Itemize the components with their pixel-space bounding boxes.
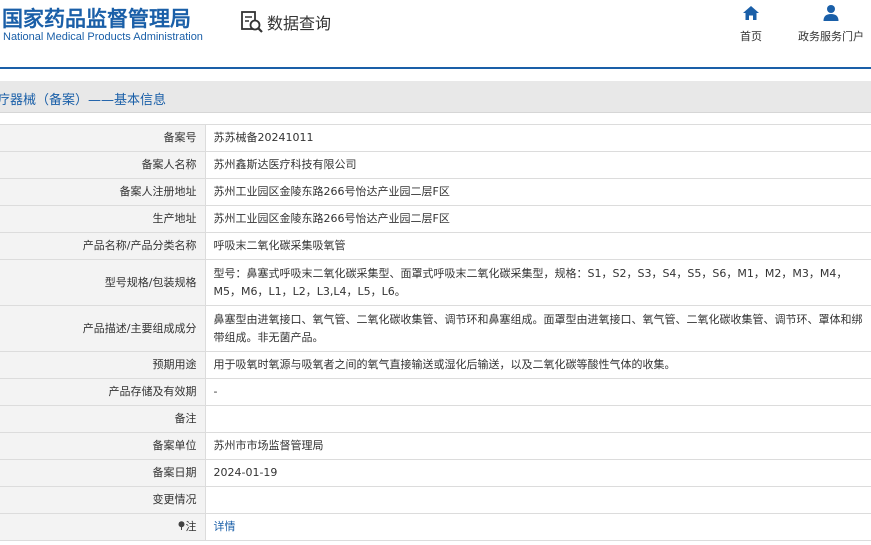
- field-label: 型号规格/包装规格: [0, 259, 206, 306]
- field-value: 苏州市市场监督管理局: [205, 432, 871, 460]
- table-row: 备案单位 苏州市市场监督管理局: [0, 432, 871, 460]
- field-label: 备案号: [0, 124, 206, 152]
- table-row: 预期用途 用于吸氧时氧源与吸氧者之间的氧气直接输送或湿化后输送，以及二氧化碳等酸…: [0, 351, 871, 379]
- table-row: 备案号 苏苏械备20241011: [0, 124, 871, 152]
- field-label: 产品描述/主要组成成分: [0, 305, 206, 352]
- table-row: 备案人名称 苏州鑫斯达医疗科技有限公司: [0, 151, 871, 179]
- field-label: 备注: [0, 405, 206, 433]
- table-row: 产品存储及有效期 -: [0, 378, 871, 406]
- table-row: 注 详情: [0, 513, 871, 541]
- nav-home-label: 首页: [740, 30, 762, 43]
- field-label: 变更情况: [0, 486, 206, 514]
- details-link[interactable]: 详情: [214, 520, 236, 533]
- table-row: 变更情况: [0, 486, 871, 514]
- data-query-link[interactable]: 数据查询: [240, 10, 331, 34]
- table-row: 型号规格/包装规格 型号：鼻塞式呼吸末二氧化碳采集型、面罩式呼吸末二氧化碳采集型…: [0, 259, 871, 306]
- nav-home[interactable]: 首页: [737, 4, 765, 44]
- field-label: 备案单位: [0, 432, 206, 460]
- search-document-icon: [241, 11, 263, 33]
- field-value: 鼻塞型由进氧接口、氧气管、二氧化碳收集管、调节环和鼻塞组成。面罩型由进氧接口、氧…: [205, 305, 871, 352]
- field-label: 产品名称/产品分类名称: [0, 232, 206, 260]
- field-value: 详情: [205, 513, 871, 541]
- field-label: 产品存储及有效期: [0, 378, 206, 406]
- field-label: 备案日期: [0, 459, 206, 487]
- field-value: 苏州工业园区金陵东路266号怡达产业园二层F区: [205, 205, 871, 233]
- record-detail-table: 备案号 苏苏械备20241011 备案人名称 苏州鑫斯达医疗科技有限公司 备案人…: [0, 124, 871, 541]
- pin-icon: [178, 521, 184, 530]
- table-row: 备案日期 2024-01-19: [0, 459, 871, 487]
- field-value: 苏州工业园区金陵东路266号怡达产业园二层F区: [205, 178, 871, 206]
- field-value: 苏苏械备20241011: [205, 124, 871, 152]
- logo-chinese[interactable]: 国家药品监督管理局: [2, 3, 191, 33]
- field-value: 2024-01-19: [205, 459, 871, 487]
- table-row: 生产地址 苏州工业园区金陵东路266号怡达产业园二层F区: [0, 205, 871, 233]
- field-value: [205, 486, 871, 514]
- header-divider: [0, 67, 871, 69]
- field-value: 用于吸氧时氧源与吸氧者之间的氧气直接输送或湿化后输送，以及二氧化碳等酸性气体的收…: [205, 351, 871, 379]
- field-label: 注: [0, 513, 206, 541]
- home-icon: [743, 6, 759, 20]
- table-row: 产品名称/产品分类名称 呼吸末二氧化碳采集吸氧管: [0, 232, 871, 260]
- nav-service-portal[interactable]: 政务服务门户: [796, 4, 866, 44]
- logo-english[interactable]: National Medical Products Administration: [3, 31, 203, 43]
- field-value: -: [205, 378, 871, 406]
- field-label: 备案人注册地址: [0, 178, 206, 206]
- section-title: 疗器械（备案）——基本信息: [0, 93, 167, 108]
- field-value: 型号：鼻塞式呼吸末二氧化碳采集型、面罩式呼吸末二氧化碳采集型，规格：S1，S2，…: [205, 259, 871, 306]
- field-label: 预期用途: [0, 351, 206, 379]
- field-value: 呼吸末二氧化碳采集吸氧管: [205, 232, 871, 260]
- table-row: 备注: [0, 405, 871, 433]
- field-value: [205, 405, 871, 433]
- field-label: 生产地址: [0, 205, 206, 233]
- user-icon: [823, 5, 839, 21]
- field-label: 备案人名称: [0, 151, 206, 179]
- data-query-label: 数据查询: [267, 14, 332, 33]
- table-row: 产品描述/主要组成成分 鼻塞型由进氧接口、氧气管、二氧化碳收集管、调节环和鼻塞组…: [0, 305, 871, 352]
- section-title-bar: 疗器械（备案）——基本信息: [0, 81, 871, 113]
- nav-portal-label: 政务服务门户: [798, 30, 864, 43]
- table-row: 备案人注册地址 苏州工业园区金陵东路266号怡达产业园二层F区: [0, 178, 871, 206]
- field-value: 苏州鑫斯达医疗科技有限公司: [205, 151, 871, 179]
- site-header: 国家药品监督管理局 National Medical Products Admi…: [0, 0, 871, 69]
- note-label: 注: [185, 520, 197, 533]
